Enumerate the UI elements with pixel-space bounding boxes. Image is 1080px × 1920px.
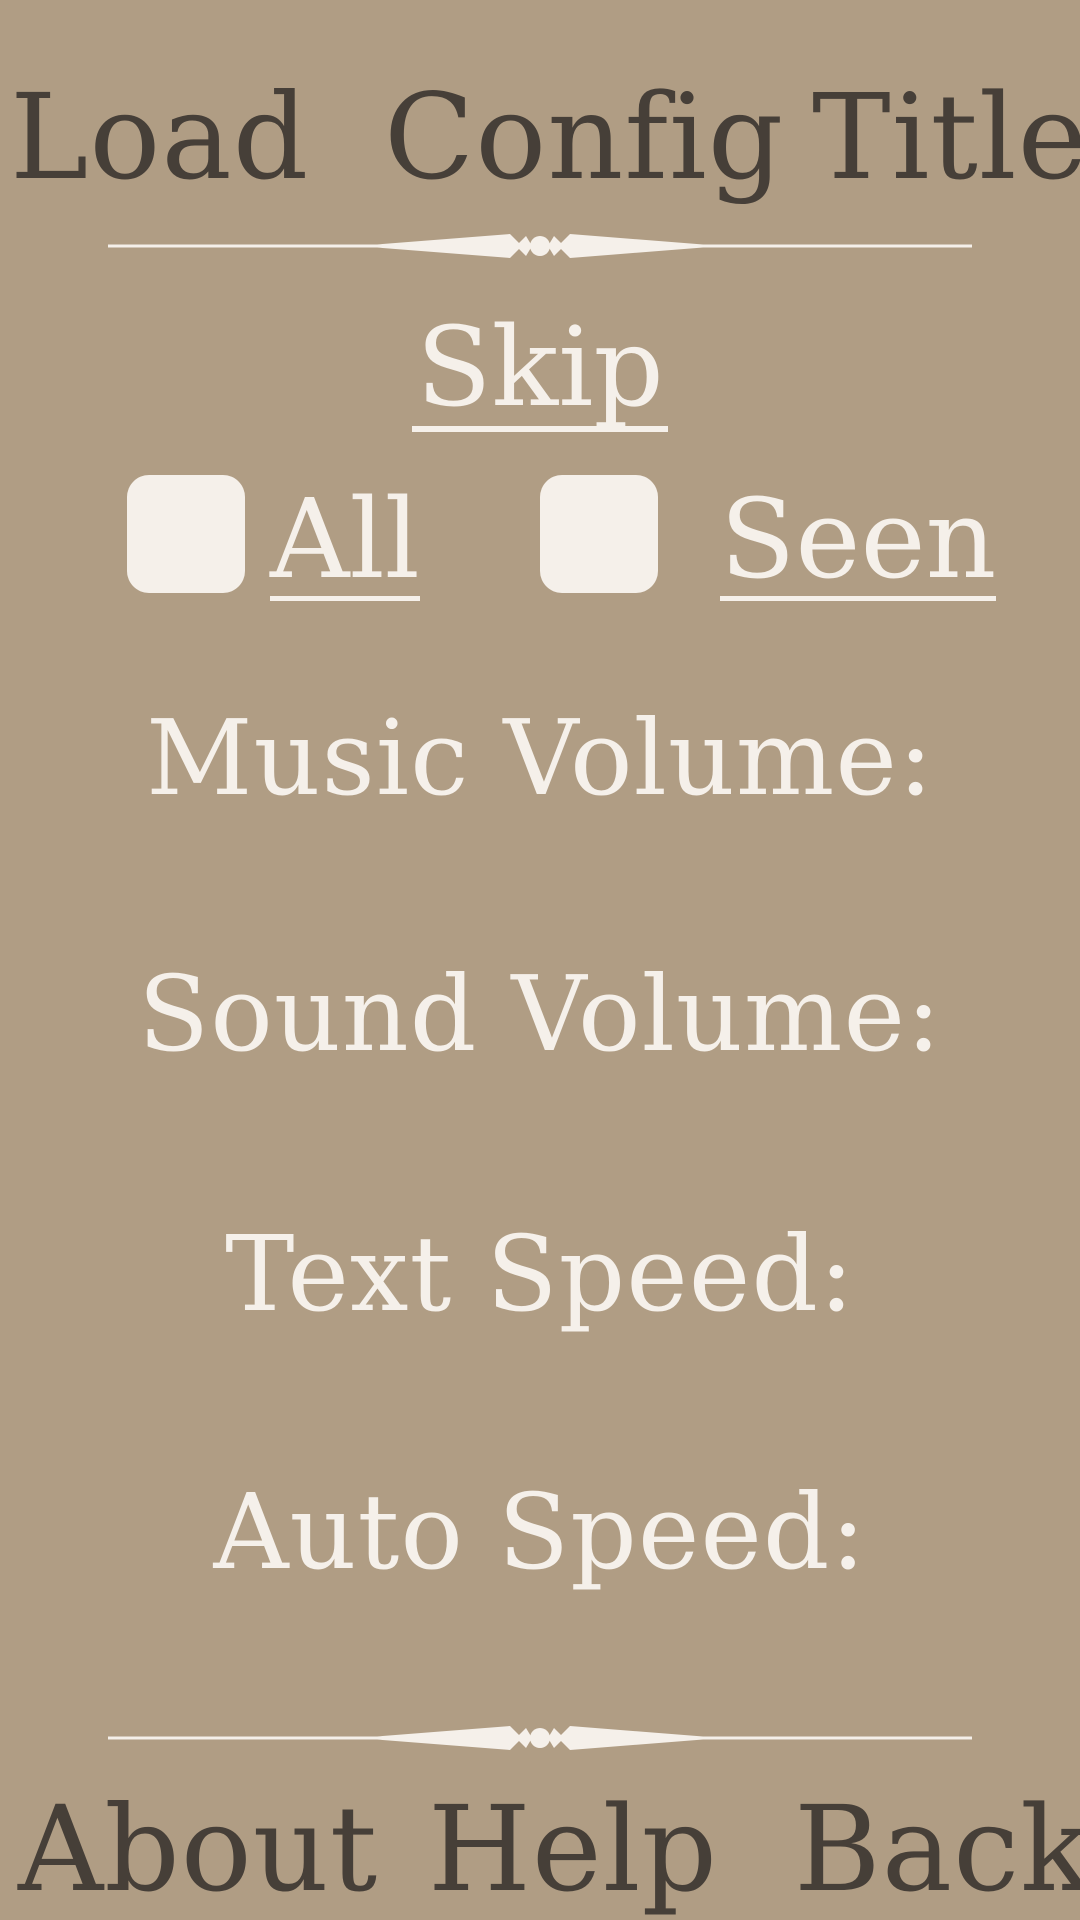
text-speed-label: Text Speed: — [225, 1213, 855, 1335]
help-button[interactable]: Help — [428, 1790, 718, 1908]
load-button[interactable]: Load — [10, 78, 309, 196]
auto-speed-label: Auto Speed: — [213, 1471, 867, 1593]
skip-all-text: All — [270, 475, 420, 603]
sound-volume-label: Sound Volume: — [137, 953, 943, 1075]
skip-seen-checkbox[interactable] — [540, 475, 658, 593]
skip-all-checkbox[interactable] — [127, 475, 245, 593]
skip-heading: Skip — [0, 312, 1080, 432]
music-volume-label: Music Volume: — [145, 697, 935, 819]
skip-title: Skip — [412, 312, 668, 432]
skip-seen-text: Seen — [720, 475, 997, 603]
config-button[interactable]: Config — [384, 78, 784, 196]
back-button[interactable]: Back — [794, 1790, 1080, 1908]
skip-all-label[interactable]: All — [270, 484, 420, 601]
skip-seen-label[interactable]: Seen — [720, 475, 997, 603]
about-button[interactable]: About — [18, 1790, 378, 1908]
ornamental-divider-icon — [108, 234, 972, 258]
ornamental-divider-icon — [108, 1726, 972, 1750]
title-button[interactable]: Title — [812, 78, 1080, 196]
